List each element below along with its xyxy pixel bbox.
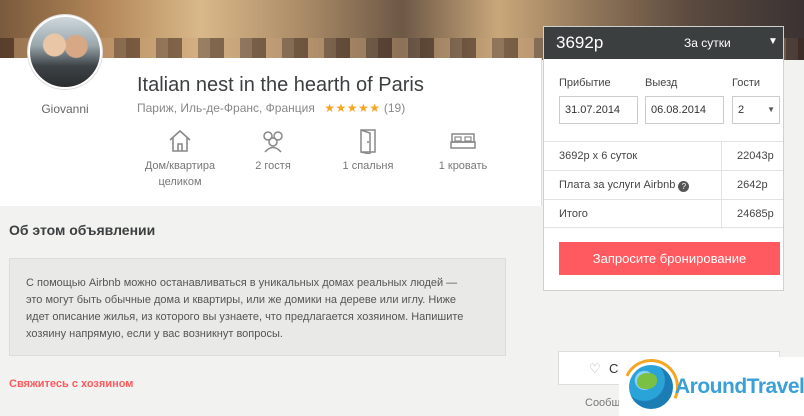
amenity-label: 1 кровать	[438, 160, 488, 172]
guests-label: Гости	[732, 77, 761, 89]
amenity-label: 1 спальня	[342, 160, 394, 172]
share-link[interactable]: Сообщ	[585, 397, 621, 409]
description-line: хозяину напрямую, если у вас возникнут в…	[26, 328, 283, 340]
contact-host-link[interactable]: Свяжитесь с хозяином	[9, 378, 133, 390]
price-header[interactable]: 3692р За сутки ▼	[544, 27, 783, 59]
review-count[interactable]: (19)	[384, 101, 405, 115]
about-description: С помощью Airbnb можно останавливаться в…	[9, 258, 506, 356]
guests-select[interactable]: 2 ▼	[732, 96, 780, 124]
guests-icon	[263, 131, 283, 153]
amenity-guests: 2 гостя	[238, 128, 308, 174]
description-line: идет описание жилья, из которого вы узна…	[26, 311, 464, 323]
row-divider	[721, 142, 722, 171]
checkin-label: Прибытие	[559, 77, 611, 89]
row-divider	[721, 200, 722, 229]
checkout-input[interactable]: 06.08.2014	[645, 96, 724, 124]
amenity-label: 2 гостя	[255, 160, 291, 172]
chevron-down-icon[interactable]: ▼	[768, 36, 778, 47]
row-value: 2642р	[737, 179, 768, 191]
request-booking-button[interactable]: Запросите бронирование	[559, 242, 780, 275]
listing-title: Italian nest in the hearth of Paris	[137, 74, 424, 96]
amenity-label: Дом/квартира	[144, 160, 216, 172]
heart-icon: ♡	[589, 361, 601, 376]
guests-value: 2	[738, 104, 745, 116]
price-period: За сутки	[684, 36, 731, 50]
amenity-bedrooms: 1 спальня	[333, 128, 403, 174]
host-avatar[interactable]	[28, 15, 102, 89]
checkout-label: Выезд	[645, 77, 678, 89]
bed-icon	[450, 133, 476, 149]
house-icon	[169, 129, 191, 152]
amenity-label-2: целиком	[158, 176, 202, 188]
listing-location-line: Париж, Иль-де-Франс, Франция ★★★★★ (19)	[137, 101, 405, 115]
service-fee-row: Плата за услуги Airbnb? 2642р	[544, 170, 783, 200]
description-line: С помощью Airbnb можно останавливаться в…	[26, 277, 458, 289]
door-icon	[360, 129, 376, 154]
row-value: 24685р	[737, 208, 774, 220]
watermark-logo: AroundTravels	[615, 351, 804, 416]
host-name[interactable]: Giovanni	[20, 102, 110, 116]
row-label: 3692р x 6 суток	[559, 150, 638, 162]
listing-location[interactable]: Париж, Иль-де-Франс, Франция	[137, 101, 315, 115]
amenity-home: Дом/квартира целиком	[140, 128, 220, 190]
checkin-input[interactable]: 31.07.2014	[559, 96, 638, 124]
row-label: Итого	[559, 208, 588, 220]
chevron-down-icon: ▼	[767, 105, 775, 114]
amenity-beds: 1 кровать	[428, 128, 498, 174]
row-label: Плата за услуги Airbnb?	[559, 179, 690, 192]
booking-panel: 3692р За сутки ▼ Прибытие Выезд Гости 31…	[543, 26, 784, 291]
nightly-price: 3692р	[556, 33, 604, 52]
row-value: 22043р	[737, 150, 774, 162]
row-divider	[721, 171, 722, 200]
total-row: Итого 24685р	[544, 199, 783, 229]
about-heading: Об этом объявлении	[9, 222, 156, 238]
help-icon[interactable]: ?	[678, 181, 690, 192]
rating-stars: ★★★★★	[324, 101, 381, 115]
service-fee-label: Плата за услуги Airbnb	[559, 179, 676, 191]
watermark-text: AroundTravels	[675, 375, 804, 398]
price-breakdown-row: 3692р x 6 суток 22043р	[544, 141, 783, 171]
description-line: это могут быть обычные дома и квартиры, …	[26, 294, 456, 306]
